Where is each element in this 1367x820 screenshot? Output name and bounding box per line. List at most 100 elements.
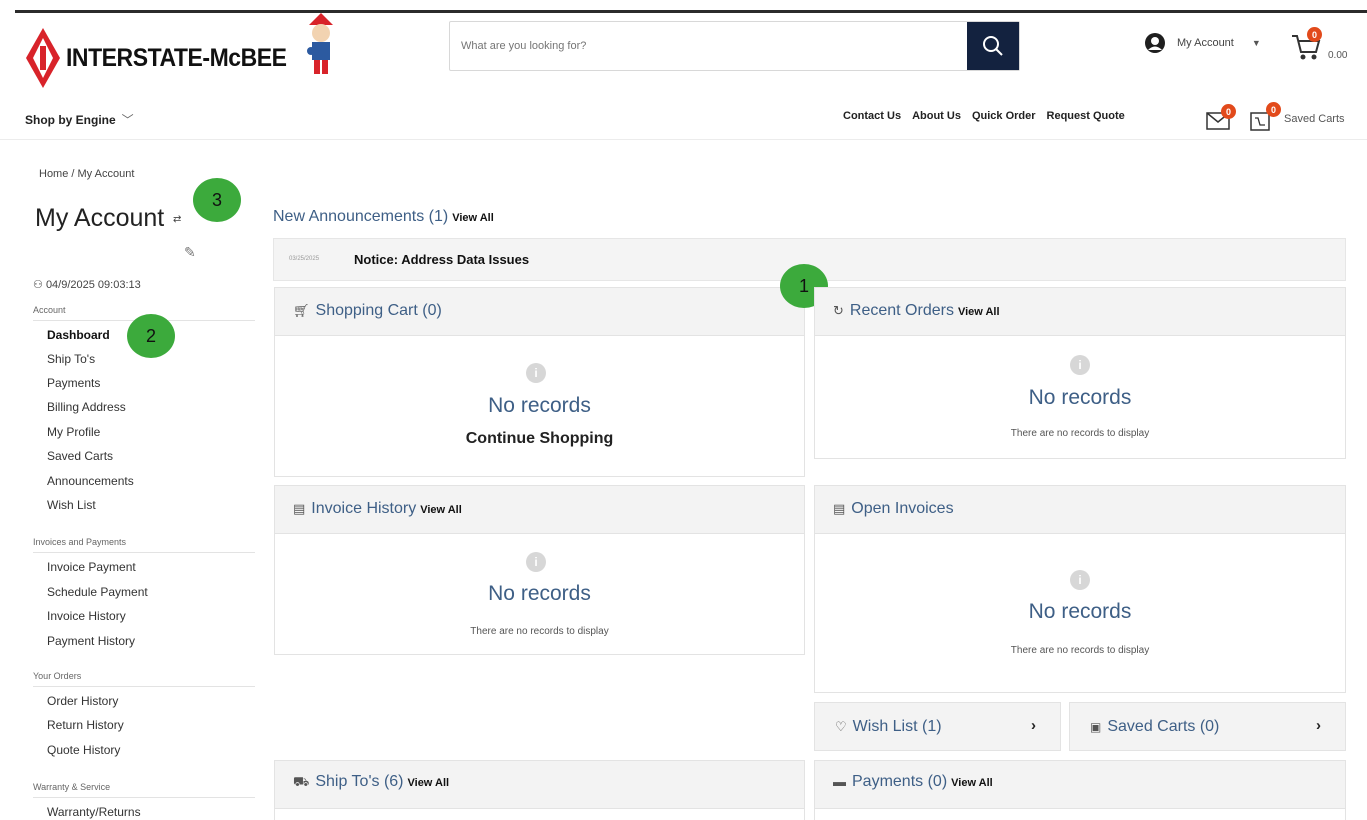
payments-header: ▬ Payments (0) View All [815,761,1345,809]
callout-2: 2 [127,314,175,358]
saved-carts-button[interactable]: 0 [1250,102,1281,131]
brand-logo[interactable]: INTERSTATE-McBEE [26,28,306,88]
no-records-text: No records [1028,600,1132,623]
saved-cart-icon: ▣ [1090,720,1102,734]
sidebar-item-warranty-returns[interactable]: Warranty/Returns [47,805,141,819]
sidebar-item-dashboard[interactable]: Dashboard [47,328,110,342]
open-invoices-panel: ▤ Open Invoices i No records There are no… [814,485,1346,693]
invoice-history-header: ▤ Invoice History View All [275,486,804,534]
nav-link-request-quote[interactable]: Request Quote [1047,110,1125,122]
mail-count-badge: 0 [1221,104,1236,119]
user-icon [1145,33,1165,53]
sidebar-item-return-history[interactable]: Return History [47,718,124,732]
no-records-subtext: There are no records to display [470,626,609,637]
recent-orders-panel: ↻ Recent Orders View All i No records Ther… [814,287,1346,459]
sidebar-item-ship-tos[interactable]: Ship To's [47,352,95,366]
last-login-time: 04/9/2025 09:03:13 [45,279,141,291]
saved-carts-label: Saved Carts (0) [1107,718,1220,735]
sidebar-item-saved-carts[interactable]: Saved Carts [47,449,113,463]
shopping-cart-title: Shopping Cart (0) [315,302,442,319]
cart-total: 0.00 [1328,50,1348,61]
notice-title: Notice: Address Data Issues [354,252,530,267]
sidebar-item-quote-history[interactable]: Quote History [47,743,120,757]
sidebar-item-payment-history[interactable]: Payment History [47,634,135,648]
wish-list-label: Wish List (1) [852,718,942,735]
ship-tos-panel: ⛟ Ship To's (6) View All [274,760,805,820]
chevron-right-icon: › [1316,717,1321,734]
search-button[interactable] [967,22,1019,70]
session-user-icon: ⚇ [33,279,43,291]
nav-link-about-us[interactable]: About Us [912,110,961,122]
nav-link-contact-us[interactable]: Contact Us [843,110,901,122]
sidebar-item-announcements[interactable]: Announcements [47,474,134,488]
sidebar-item-billing-address[interactable]: Billing Address [47,400,126,414]
shop-by-engine-menu[interactable]: Shop by Engine ﹀ [25,111,134,128]
payments-panel: ▬ Payments (0) View All [814,760,1346,820]
last-login: ⚇ 04/9/2025 09:03:13 [33,278,141,291]
sidebar-item-schedule-payment[interactable]: Schedule Payment [47,585,148,599]
ship-tos-header: ⛟ Ship To's (6) View All [275,761,804,809]
saved-carts-tile[interactable]: ▣ Saved Carts (0) › [1069,702,1346,751]
heart-icon: ♡ [835,719,847,734]
card-icon: ▬ [833,774,846,789]
no-records-subtext: There are no records to display [1010,428,1150,439]
announcements-heading: New Announcements (1) View All [273,208,494,226]
no-records-text: No records [1028,386,1132,409]
nav-link-quick-order[interactable]: Quick Order [972,110,1036,122]
edit-icon[interactable]: ✎ [184,244,196,261]
account-menu[interactable]: My Account ▼ [1145,33,1261,53]
messages-button[interactable]: 0 [1206,104,1236,130]
continue-shopping-link[interactable]: Continue Shopping [275,430,804,448]
notice-date: 03/25/2025 [289,256,320,262]
account-label: My Account [1177,37,1234,49]
nav-links: Contact Us About Us Quick Order Request … [843,110,1136,122]
search-icon [983,36,1003,56]
saved-count-badge: 0 [1266,102,1281,117]
cart-button[interactable]: 0 [1290,27,1330,61]
sidebar-item-invoice-history[interactable]: Invoice History [47,609,126,623]
info-icon: i [1070,355,1090,375]
breadcrumb[interactable]: Home / My Account [39,168,134,180]
search-input[interactable] [450,22,969,70]
section-warranty-service: Warranty & Service [33,782,255,798]
truck-icon: ⛟ [293,774,310,789]
announcements-view-all-link[interactable]: View All [452,212,494,224]
payments-title: Payments (0) [852,773,948,790]
history-icon: ↻ [833,303,844,318]
shop-by-engine-label: Shop by Engine [25,113,116,127]
open-invoices-title: Open Invoices [851,500,954,517]
wish-list-tile[interactable]: ♡ Wish List (1) › [814,702,1061,751]
saved-carts-label[interactable]: Saved Carts [1284,113,1345,125]
page-title: My Account [35,204,165,232]
recent-orders-title: Recent Orders [849,302,954,319]
cart-count-badge: 0 [1307,27,1322,42]
no-records-subtext: There are no records to display [1010,645,1150,656]
section-invoices-payments: Invoices and Payments [33,537,255,553]
recent-orders-view-all-link[interactable]: View All [958,306,1000,318]
cart-icon: 🛒︎ [293,303,310,318]
sidebar-item-wish-list[interactable]: Wish List [47,498,96,512]
section-your-orders: Your Orders [33,671,255,687]
brand-name: INTERSTATE-McBEE [66,43,287,72]
chevron-right-icon: › [1031,717,1036,734]
shopping-cart-panel: 🛒︎ Shopping Cart (0) i No records Continu… [274,287,805,477]
chevron-down-icon: ﹀ [121,113,134,127]
info-icon: i [526,552,546,572]
ship-tos-title: Ship To's (6) [315,773,404,790]
recent-orders-header: ↻ Recent Orders View All [815,288,1345,336]
sidebar-item-order-history[interactable]: Order History [47,694,118,708]
sidebar-item-invoice-payment[interactable]: Invoice Payment [47,560,136,574]
settings-icon[interactable]: ⇄ [173,214,181,225]
invoice-history-panel: ▤ Invoice History View All i No records Th… [274,485,805,655]
callout-3: 3 [193,178,241,222]
search-bar [449,21,1020,71]
caret-down-icon: ▼ [1251,38,1261,48]
payments-view-all-link[interactable]: View All [951,777,993,789]
announcements-title: New Announcements (1) [273,208,449,225]
sidebar-item-my-profile[interactable]: My Profile [47,425,100,439]
sidebar-item-payments[interactable]: Payments [47,376,100,390]
ship-tos-view-all-link[interactable]: View All [408,777,450,789]
shopping-cart-header: 🛒︎ Shopping Cart (0) [275,288,804,336]
open-invoices-header: ▤ Open Invoices [815,486,1345,534]
invoice-history-view-all-link[interactable]: View All [420,504,462,516]
